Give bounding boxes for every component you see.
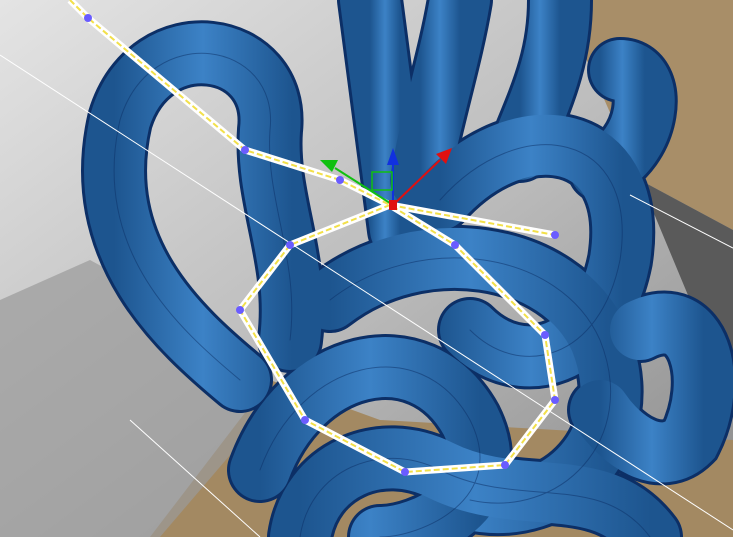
spline-vertex[interactable] xyxy=(301,416,309,424)
spline-vertex[interactable] xyxy=(401,468,409,476)
spline-vertex[interactable] xyxy=(551,396,559,404)
spline-vertex[interactable] xyxy=(286,241,294,249)
gizmo-center[interactable] xyxy=(389,200,397,210)
spline-vertex[interactable] xyxy=(241,146,249,154)
spline-vertex[interactable] xyxy=(336,176,344,184)
spline-vertex[interactable] xyxy=(501,461,509,469)
spline-vertex[interactable] xyxy=(236,306,244,314)
spline-vertex[interactable] xyxy=(541,331,549,339)
3d-viewport[interactable] xyxy=(0,0,733,537)
viewport-canvas[interactable] xyxy=(0,0,733,537)
spline-vertex[interactable] xyxy=(84,14,92,22)
spline-vertex[interactable] xyxy=(451,241,459,249)
spline-vertex[interactable] xyxy=(551,231,559,239)
